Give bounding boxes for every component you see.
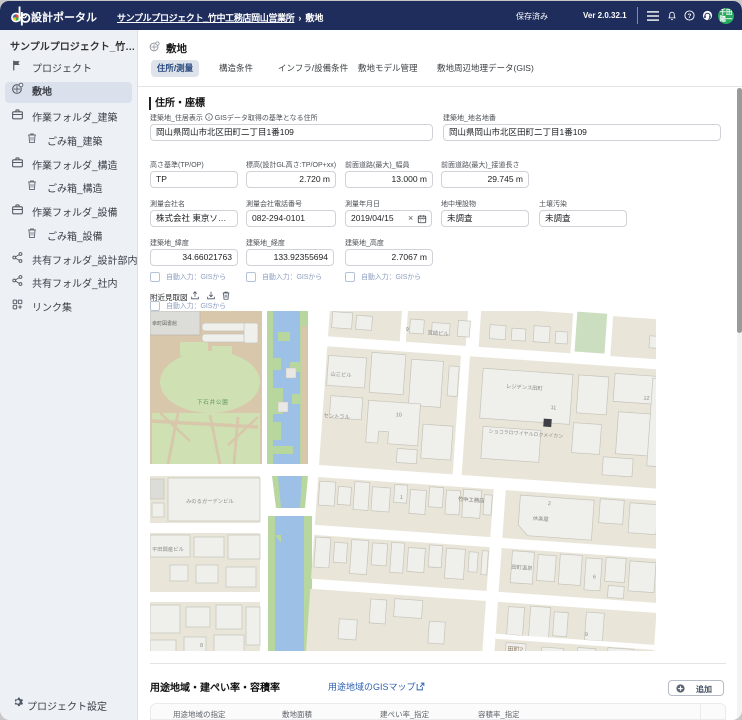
svg-text:みのるガーデンビル: みのるガーデンビル xyxy=(186,497,234,505)
svg-text:1: 1 xyxy=(400,495,403,501)
svg-text:8: 8 xyxy=(200,643,203,649)
svg-text:幸町図書館: 幸町図書館 xyxy=(152,320,177,327)
svg-text:2: 2 xyxy=(548,501,551,507)
svg-text:10: 10 xyxy=(395,412,402,418)
svg-text:下石井公園: 下石井公園 xyxy=(197,398,229,406)
svg-text:11: 11 xyxy=(550,405,556,411)
svg-text:12: 12 xyxy=(643,395,650,401)
svg-text:6: 6 xyxy=(593,574,596,580)
svg-text:9: 9 xyxy=(585,632,588,638)
svg-text:平田興産ビル: 平田興産ビル xyxy=(152,545,184,553)
svg-text:9: 9 xyxy=(405,327,408,333)
svg-text:?: ? xyxy=(688,13,692,20)
